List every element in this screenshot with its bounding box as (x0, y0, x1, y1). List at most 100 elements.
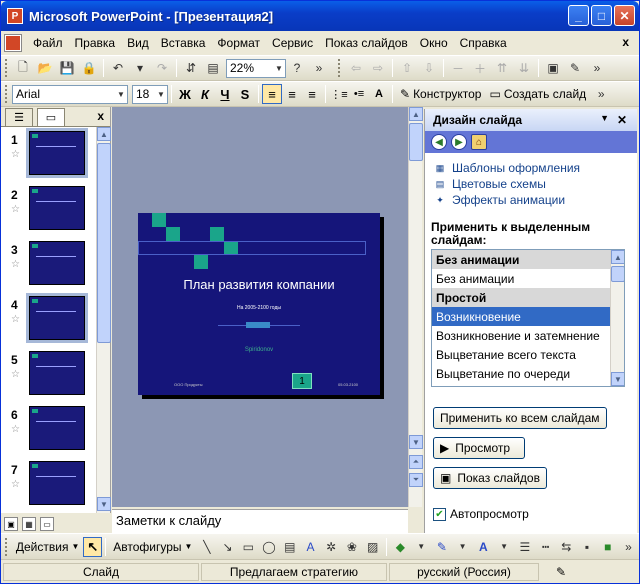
line-color-icon[interactable]: ✎ (433, 537, 452, 557)
spellcheck-icon[interactable]: ✎ (541, 563, 581, 581)
toolbar-grip[interactable] (5, 537, 9, 556)
numbering-icon[interactable]: ⋮≡ (329, 84, 349, 104)
arrow-icon[interactable]: ↘ (218, 537, 237, 557)
clipart-icon[interactable]: ❀ (343, 537, 362, 557)
toolbar-grip[interactable] (5, 85, 9, 103)
underline-button[interactable]: Ч (215, 84, 235, 104)
scroll-thumb[interactable] (409, 123, 423, 161)
collapse-icon[interactable]: － (448, 58, 468, 78)
forward-icon[interactable]: ⇨ (368, 58, 388, 78)
list-item[interactable]: Возникновение и затемнение (432, 326, 612, 345)
tab-slides[interactable]: ▭ (37, 108, 65, 126)
scroll-up-icon[interactable]: ▲ (97, 127, 111, 141)
toolbar-options-icon[interactable]: » (587, 58, 607, 78)
font-size-select[interactable]: 18 ▼ (132, 84, 168, 104)
slide-thumbnail-7[interactable]: 7 ☆ (5, 459, 93, 509)
line-style-icon[interactable]: ☰ (515, 537, 534, 557)
menu-view[interactable]: Вид (121, 34, 155, 52)
tab-outline[interactable]: ☰ (5, 108, 33, 126)
normal-view-icon[interactable]: ▣ (4, 517, 18, 531)
back-icon[interactable]: ⇦ (346, 58, 366, 78)
list-item[interactable]: Выцветание всего текста (432, 345, 612, 364)
help-icon[interactable]: ? (287, 58, 307, 78)
forward-icon[interactable]: ▶ (451, 134, 467, 150)
new-slide-button[interactable]: ▭ Создать слайд (485, 87, 590, 101)
scroll-thumb[interactable] (97, 143, 111, 343)
redo-icon[interactable]: ↷ (152, 58, 172, 78)
slide-thumbnail-5[interactable]: 5 ☆ (5, 349, 93, 399)
summary-slide-icon[interactable]: ▣ (543, 58, 563, 78)
oval-icon[interactable]: ◯ (260, 537, 279, 557)
menu-tools[interactable]: Сервис (266, 34, 319, 52)
increase-size-icon[interactable]: A (369, 84, 389, 104)
chevron-down-icon[interactable]: ▼ (600, 113, 609, 123)
close-icon[interactable]: ✕ (617, 113, 627, 127)
current-slide[interactable]: План развития компании На 2005-2100 годы… (138, 213, 380, 395)
design-templates-link[interactable]: ▦ Шаблоны оформления (433, 161, 580, 175)
slide-thumbnail-6[interactable]: 6 ☆ (5, 404, 93, 454)
menu-window[interactable]: Окно (414, 34, 454, 52)
fill-color-icon[interactable]: ◆ (391, 537, 410, 557)
new-icon[interactable]: 🗋 (13, 58, 33, 78)
expand-all-outline-icon[interactable]: ⇊ (514, 58, 534, 78)
apply-all-button[interactable]: Применить ко всем слайдам (433, 407, 607, 429)
scroll-up-icon[interactable]: ▲ (611, 250, 624, 264)
line-icon[interactable]: ╲ (197, 537, 216, 557)
slide-sorter-icon[interactable]: ▦ (22, 517, 36, 531)
maximize-button[interactable]: □ (591, 5, 612, 26)
menu-slideshow[interactable]: Показ слайдов (319, 34, 414, 52)
expand-all-icon[interactable]: ⇵ (181, 58, 201, 78)
list-item-selected[interactable]: Возникновение (432, 307, 612, 326)
pane-close-button[interactable]: x (97, 109, 104, 123)
font-color-icon[interactable]: A (474, 537, 493, 557)
dropdown-icon[interactable]: ▼ (495, 537, 514, 557)
3d-style-icon[interactable]: ■ (598, 537, 617, 557)
save-icon[interactable]: 💾 (57, 58, 77, 78)
previous-slide-icon[interactable]: ⏶ (409, 455, 423, 469)
font-select[interactable]: Arial ▼ (12, 84, 128, 104)
bullets-icon[interactable]: •≡ (349, 84, 369, 104)
scroll-down-icon[interactable]: ▼ (409, 435, 423, 449)
menu-edit[interactable]: Правка (69, 34, 122, 52)
move-up-icon[interactable]: ⇧ (397, 58, 417, 78)
toolbar-grip[interactable] (338, 59, 342, 77)
permission-icon[interactable]: 🔒 (79, 58, 99, 78)
menu-insert[interactable]: Вставка (155, 34, 212, 52)
rectangle-icon[interactable]: ▭ (239, 537, 258, 557)
wordart-icon[interactable]: A (301, 537, 320, 557)
scroll-down-icon[interactable]: ▼ (97, 497, 111, 511)
slide-title[interactable]: План развития компании (138, 277, 380, 292)
select-pointer-icon[interactable]: ↖ (83, 536, 103, 557)
slide-thumbnail-3[interactable]: 3 ☆ (5, 239, 93, 289)
slide-thumbnail-1[interactable]: 1 ☆ (5, 128, 93, 179)
list-scrollbar[interactable]: ▲ ▼ (610, 250, 624, 386)
slideshow-view-icon[interactable]: ▭ (40, 517, 54, 531)
list-item[interactable]: Выцветание по очереди (432, 364, 612, 383)
toolbar-options-icon[interactable]: » (619, 537, 638, 557)
show-formatting-icon[interactable]: ✎ (565, 58, 585, 78)
dash-style-icon[interactable]: ┅ (536, 537, 555, 557)
toolbar-grip[interactable] (5, 59, 9, 77)
close-button[interactable]: ✕ (614, 5, 635, 26)
animation-list[interactable]: Без анимации Без анимации Простой Возник… (431, 249, 625, 387)
align-left-icon[interactable]: ≡ (262, 84, 282, 104)
undo-icon[interactable]: ↶ (108, 58, 128, 78)
diagram-icon[interactable]: ✲ (322, 537, 341, 557)
collapse-all-icon[interactable]: ⇈ (492, 58, 512, 78)
menu-format[interactable]: Формат (211, 34, 266, 52)
textbox-icon[interactable]: ▤ (280, 537, 299, 557)
dropdown-icon[interactable]: ▼ (412, 537, 431, 557)
align-right-icon[interactable]: ≡ (302, 84, 322, 104)
slide-author[interactable]: Spiridonov (138, 347, 380, 353)
grayscale-icon[interactable]: ▤ (203, 58, 223, 78)
shadow-style-icon[interactable]: ▪ (578, 537, 597, 557)
home-icon[interactable]: ⌂ (471, 134, 487, 150)
preview-button[interactable]: ▶ Просмотр (433, 437, 525, 459)
autoshapes-menu[interactable]: Автофигуры ▼ (109, 540, 196, 554)
document-icon[interactable] (5, 35, 21, 51)
slide-thumbnail-4[interactable]: 4 ☆ (5, 293, 93, 344)
notes-field[interactable]: Заметки к слайду (112, 509, 408, 533)
thumbnails-scrollbar[interactable]: ▲ ▼ (96, 127, 111, 513)
minimize-button[interactable]: _ (568, 5, 589, 26)
list-item[interactable]: Без анимации (432, 269, 612, 288)
